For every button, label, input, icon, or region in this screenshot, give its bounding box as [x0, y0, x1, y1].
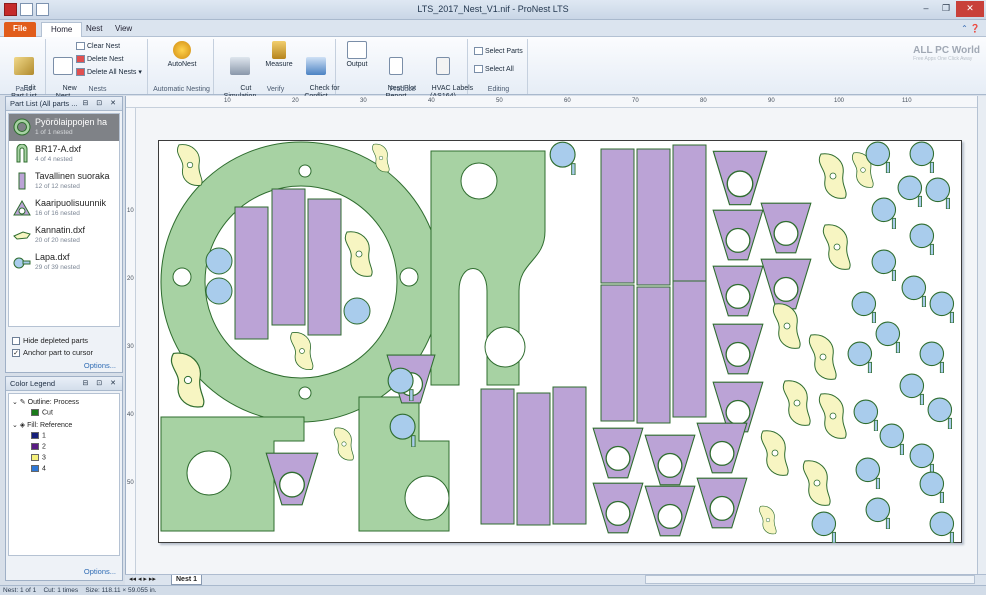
tab-view[interactable]: View	[106, 22, 141, 37]
output-icon	[347, 41, 367, 59]
ribbon-tabs: File Home Nest View ⌃ ❓	[0, 20, 986, 37]
minimize-button[interactable]: –	[916, 1, 936, 17]
legend-options-link[interactable]: Options...	[84, 567, 116, 576]
delete-all-nests-icon	[76, 68, 85, 77]
legend-item-cut: Cut	[31, 409, 53, 416]
tab-file[interactable]: File	[4, 22, 36, 37]
select-all-icon	[474, 65, 483, 73]
select-all-button[interactable]: Select All	[474, 65, 514, 73]
new-nest-icon	[53, 57, 73, 75]
status-cut: Cut: 1 times	[43, 587, 79, 594]
delete-nest-icon	[76, 55, 85, 63]
nest-sheet[interactable]	[158, 140, 962, 543]
cut-simulation-icon	[230, 57, 250, 75]
nest-plot-report-icon	[389, 57, 403, 75]
support-part-icon	[13, 231, 31, 240]
autonest-button[interactable]: AutoNest	[164, 41, 200, 69]
nest-drawing	[160, 141, 955, 543]
select-parts-icon	[474, 47, 483, 55]
watermark-logo: ALL PC World Free Apps One Click Away	[913, 45, 980, 62]
ring-part-icon	[13, 118, 31, 136]
trapezoid-part-icon	[13, 199, 31, 216]
rectangle-part-icon	[18, 172, 26, 190]
clear-nest-icon	[76, 42, 85, 50]
parts-group-label: Parts	[15, 86, 32, 93]
fill-reference-header[interactable]: ⌄ ◈ Fill: Reference	[12, 421, 72, 429]
part-item[interactable]: BR17-A.dxf 4 of 4 nested	[9, 141, 119, 168]
autonest-icon	[173, 41, 191, 59]
maximize-button[interactable]: ❐	[936, 1, 956, 17]
measure-button[interactable]: Measure	[262, 41, 296, 69]
panel-pin-close-icon[interactable]: ⊟ ⊡ ✕	[83, 97, 120, 110]
legend-item-2: 2	[31, 443, 46, 450]
measure-label: Measure	[265, 61, 293, 68]
blade-part-icon	[13, 257, 31, 269]
editing-group-label: Editing	[487, 86, 510, 93]
verify-group-label: Verify	[266, 86, 285, 93]
status-nest: Nest: 1 of 1	[3, 587, 37, 594]
part-list-panel: Part List (All parts ... ⊟ ⊡ ✕ Pyörölaip…	[5, 96, 123, 373]
clear-nest-button[interactable]: Clear Nest	[76, 42, 120, 50]
output-label: Output	[346, 61, 368, 68]
outline-process-header[interactable]: ⌄ ✎ Outline: Process	[12, 398, 79, 406]
hide-depleted-checkbox[interactable]: Hide depleted parts	[12, 336, 88, 346]
nest-nav-arrows-icon[interactable]: ◂◂ ◂ ▸ ▸▸	[129, 575, 156, 583]
hvac-labels-icon	[436, 57, 450, 75]
legend-item-1: 1	[31, 432, 46, 439]
check-conflict-icon	[306, 57, 326, 75]
part-list-title: Part List (All parts ... ⊟ ⊡ ✕	[6, 97, 122, 111]
part-item[interactable]: Pyörölaippojen ha 1 of 1 nested	[9, 114, 119, 141]
nests-group: New Nest Clear Nest Delete Nest Delete A…	[48, 39, 148, 100]
part-item[interactable]: Kaaripuolisuunnik 16 of 16 nested	[9, 195, 119, 222]
part-item[interactable]: Lapa.dxf 29 of 39 nested	[9, 249, 119, 276]
color-legend-panel: Color Legend ⊟ ⊡ ✕ ⌄ ✎ Outline: Process …	[5, 376, 123, 581]
legend-item-3: 3	[31, 454, 46, 461]
status-bar: Nest: 1 of 1 Cut: 1 times Size: 118.11 ×…	[0, 585, 986, 595]
vertical-ruler: 10 20 30 40 50	[126, 108, 136, 574]
produce-group-label: Produce	[389, 86, 416, 93]
edit-part-list-icon	[14, 57, 34, 75]
legend-pin-close-icon[interactable]: ⊟ ⊡ ✕	[83, 377, 120, 390]
produce-group: Output Nest Plot Report HVAC Labels (AS1…	[338, 39, 473, 100]
horizontal-scrollbar[interactable]	[645, 575, 975, 584]
part-item[interactable]: Kannatin.dxf 20 of 20 nested	[9, 222, 119, 249]
output-button[interactable]: Output	[342, 41, 372, 69]
autonest-label: AutoNest	[167, 61, 197, 68]
delete-nest-button[interactable]: Delete Nest	[76, 55, 124, 63]
automatic-nesting-label: Automatic Nesting	[153, 86, 210, 93]
help-icon[interactable]: ⌃ ❓	[961, 24, 980, 33]
window-title: LTS_2017_Nest_V1.nif - ProNest LTS	[417, 4, 569, 14]
nests-group-label: Nests	[88, 86, 107, 93]
verify-group: Cut Simulation Measure Check for Conflic…	[216, 39, 340, 100]
delete-all-nests-button[interactable]: Delete All Nests ▾	[76, 68, 142, 77]
nest-tab-bar: ◂◂ ◂ ▸ ▸▸ Nest 1	[125, 574, 986, 585]
part-list: Pyörölaippojen ha 1 of 1 nested BR17-A.d…	[8, 113, 120, 327]
bracket-part-icon	[16, 144, 28, 163]
measure-icon	[272, 41, 286, 59]
automatic-nesting-group: AutoNest Automatic Nesting	[150, 39, 214, 94]
anchor-to-cursor-checkbox[interactable]: ✓ Anchor part to cursor	[12, 348, 93, 358]
ribbon: Edit Part List Parts New Nest Clear Nest…	[0, 37, 986, 100]
part-list-options-link[interactable]: Options...	[84, 361, 116, 370]
color-legend-title: Color Legend ⊟ ⊡ ✕	[6, 377, 122, 391]
vertical-scrollbar[interactable]	[977, 96, 986, 574]
editing-group: Select Parts Select All Editing	[470, 39, 528, 94]
legend-item-4: 4	[31, 465, 46, 472]
select-parts-button[interactable]: Select Parts	[474, 47, 523, 55]
horizontal-ruler: 10 20 30 40 50 60 70 80 90 100 110	[126, 96, 978, 108]
parts-group: Edit Part List Parts	[2, 39, 46, 100]
color-legend-list: ⌄ ✎ Outline: Process Cut ⌄ ◈ Fill: Refer…	[8, 393, 120, 556]
close-button[interactable]: ✕	[956, 1, 984, 17]
title-bar: LTS_2017_Nest_V1.nif - ProNest LTS – ❐ ✕	[0, 0, 986, 20]
part-item[interactable]: Tavallinen suoraka 12 of 12 nested	[9, 168, 119, 195]
tab-nest-1[interactable]: Nest 1	[171, 575, 203, 585]
status-size: Size: 118.11 × 59.055 in.	[85, 587, 157, 594]
